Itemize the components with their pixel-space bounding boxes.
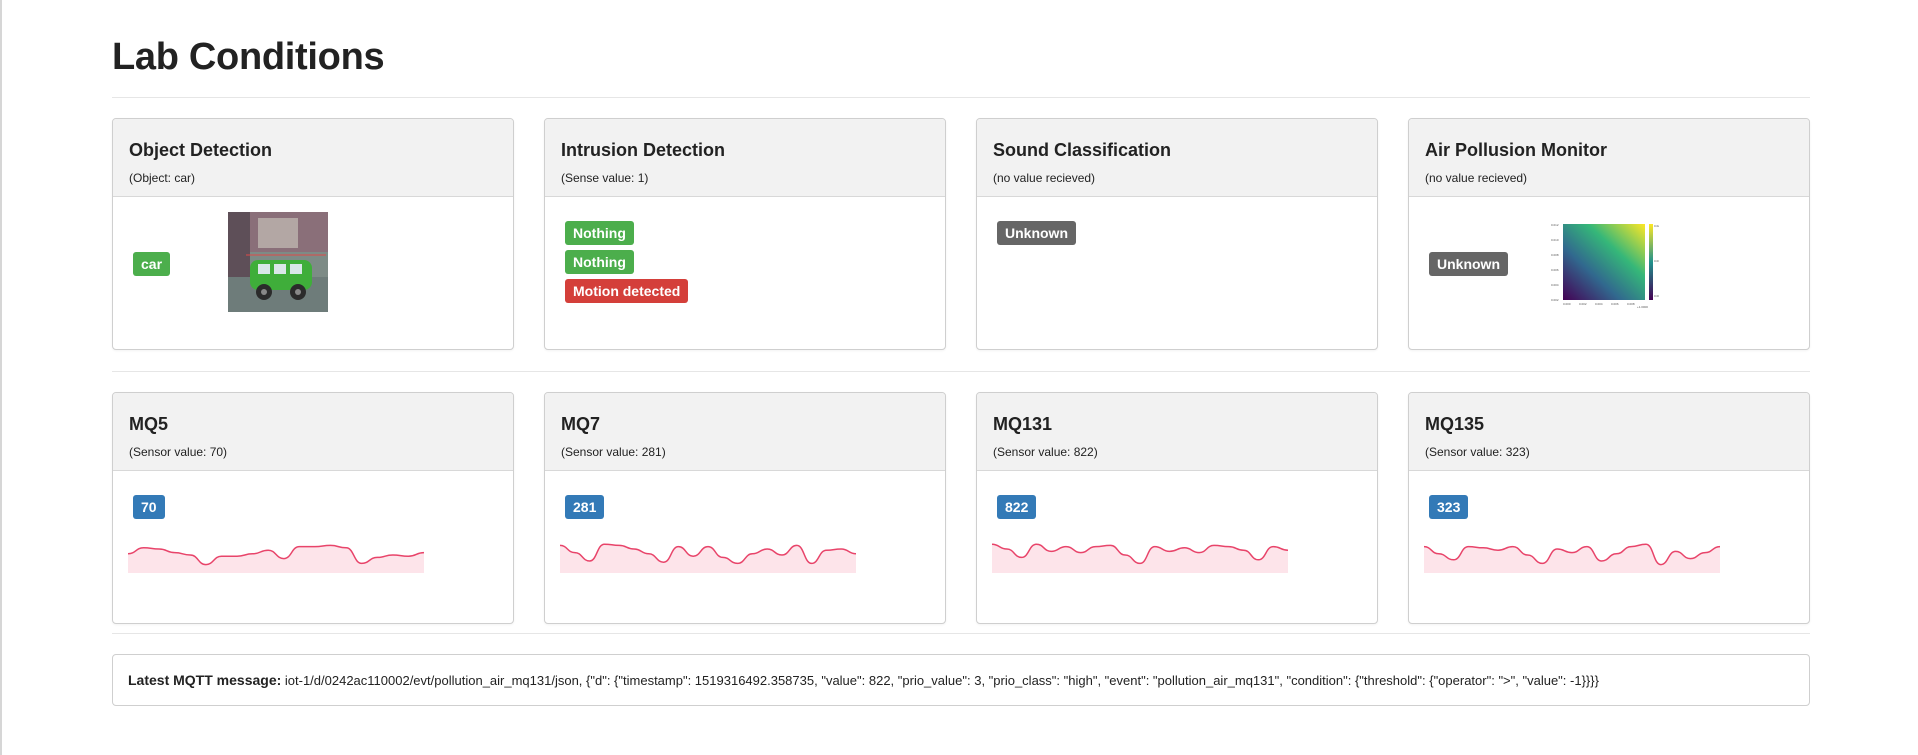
card-title: Object Detection: [129, 140, 273, 160]
card-title: MQ5: [129, 414, 169, 434]
sound-status-badge: Unknown: [997, 221, 1076, 245]
card-body: 70: [113, 471, 513, 622]
svg-text:0.008: 0.008: [1627, 302, 1635, 306]
svg-text:0.004: 0.004: [1551, 283, 1559, 287]
pollution-heatmap: 0.012 0.010 0.008 0.006 0.004 0.002 0.000 0.0…: [1549, 222, 1660, 310]
mqtt-message-label: Latest MQTT message:: [128, 672, 282, 688]
card-header: Intrusion Detection (Sense value: 1): [545, 119, 945, 197]
intrusion-event-badge: Nothing: [565, 250, 634, 274]
card-body: 822: [977, 471, 1377, 622]
title-divider: [112, 97, 1810, 98]
sparkline-area: [992, 544, 1288, 573]
card-subtitle: (Sense value: 1): [561, 171, 649, 185]
card-title: Air Pollusion Monitor: [1425, 140, 1607, 160]
card-header: Sound Classification (no value recieved): [977, 119, 1377, 197]
sparkline-area: [128, 545, 424, 573]
sparkline-area: [1424, 544, 1720, 573]
card-header: Air Pollusion Monitor (no value recieved…: [1409, 119, 1809, 197]
intrusion-detection-card: Intrusion Detection (Sense value: 1) Not…: [544, 118, 946, 350]
card-body: Nothing Nothing Motion detected: [545, 197, 945, 348]
card-body: car: [113, 197, 513, 348]
svg-text:0.008: 0.008: [1551, 253, 1559, 257]
sensor-value-badge: 70: [133, 495, 165, 519]
card-subtitle: (no value recieved): [993, 171, 1096, 185]
card-title: Sound Classification: [993, 140, 1172, 160]
card-title: MQ131: [993, 414, 1053, 434]
intrusion-event-list: Nothing Nothing Motion detected: [565, 221, 689, 308]
card-header: Object Detection (Object: car): [113, 119, 513, 197]
mq5-sparkline: [128, 544, 424, 573]
card-title: MQ135: [1425, 414, 1485, 434]
air-pollution-card: Air Pollusion Monitor (no value recieved…: [1408, 118, 1810, 350]
svg-text:0.000: 0.000: [1563, 302, 1571, 306]
svg-text:0.00: 0.00: [1654, 294, 1659, 298]
svg-text:0.002: 0.002: [1551, 298, 1559, 302]
mqtt-message-panel: Latest MQTT message: iot-1/d/0242ac11000…: [112, 654, 1810, 706]
sparkline-area: [560, 544, 856, 573]
mq135-card: MQ135 (Sensor value: 323) 323: [1408, 392, 1810, 624]
svg-text:0.006: 0.006: [1551, 268, 1559, 272]
card-body: Unknown: [977, 197, 1377, 348]
mq7-card: MQ7 (Sensor value: 281) 281: [544, 392, 946, 624]
detection-row: Object Detection (Object: car) car Intru…: [112, 118, 1810, 350]
svg-text:0.006: 0.006: [1611, 302, 1619, 306]
sound-classification-card: Sound Classification (no value recieved)…: [976, 118, 1378, 350]
intrusion-event-badge: Nothing: [565, 221, 634, 245]
card-title: MQ7: [561, 414, 601, 434]
card-subtitle: (Object: car): [129, 171, 196, 185]
card-body: 323: [1409, 471, 1809, 622]
detection-image: [228, 212, 328, 312]
svg-text:0.010: 0.010: [1551, 238, 1559, 242]
card-subtitle: (Sensor value: 323): [1425, 445, 1530, 459]
row-divider: [112, 371, 1810, 372]
card-title: Intrusion Detection: [561, 140, 726, 160]
card-subtitle: (no value recieved): [1425, 171, 1528, 185]
mq131-sparkline: [992, 543, 1288, 573]
svg-text:0.02: 0.02: [1654, 224, 1659, 228]
svg-text:0.01: 0.01: [1654, 259, 1659, 263]
mq135-sparkline: [1424, 543, 1720, 573]
card-subtitle: (Sensor value: 281): [561, 445, 666, 459]
object-label-badge: car: [133, 252, 171, 276]
object-detection-card: Object Detection (Object: car) car: [112, 118, 514, 350]
mq5-card: MQ5 (Sensor value: 70) 70: [112, 392, 514, 624]
sensor-value-badge: 822: [997, 495, 1037, 519]
card-header: MQ131 (Sensor value: 822): [977, 393, 1377, 471]
card-subtitle: (Sensor value: 822): [993, 445, 1098, 459]
svg-text:0.002: 0.002: [1579, 302, 1587, 306]
mqtt-message-text: iot-1/d/0242ac110002/evt/pollution_air_m…: [284, 673, 1599, 688]
page-left-border: [0, 0, 2, 755]
card-subtitle: (Sensor value: 70): [129, 445, 228, 459]
svg-text:+1.0000: +1.0000: [1637, 305, 1648, 309]
svg-text:0.012: 0.012: [1551, 223, 1559, 227]
mq7-sparkline: [560, 543, 856, 573]
pollution-status-badge: Unknown: [1429, 252, 1508, 276]
card-header: MQ135 (Sensor value: 323): [1409, 393, 1809, 471]
card-body: 281: [545, 471, 945, 622]
sensor-value-badge: 281: [565, 495, 605, 519]
mq131-card: MQ131 (Sensor value: 822) 822: [976, 392, 1378, 624]
row-divider: [112, 633, 1810, 634]
intrusion-event-badge: Motion detected: [565, 279, 689, 303]
card-body: Unknown: [1409, 197, 1809, 348]
card-header: MQ5 (Sensor value: 70): [113, 393, 513, 471]
svg-text:0.004: 0.004: [1595, 302, 1603, 306]
page-title: Lab Conditions: [112, 36, 385, 78]
sensor-row: MQ5 (Sensor value: 70) 70 MQ7 (Sensor va…: [112, 392, 1810, 624]
sensor-value-badge: 323: [1429, 495, 1469, 519]
card-header: MQ7 (Sensor value: 281): [545, 393, 945, 471]
